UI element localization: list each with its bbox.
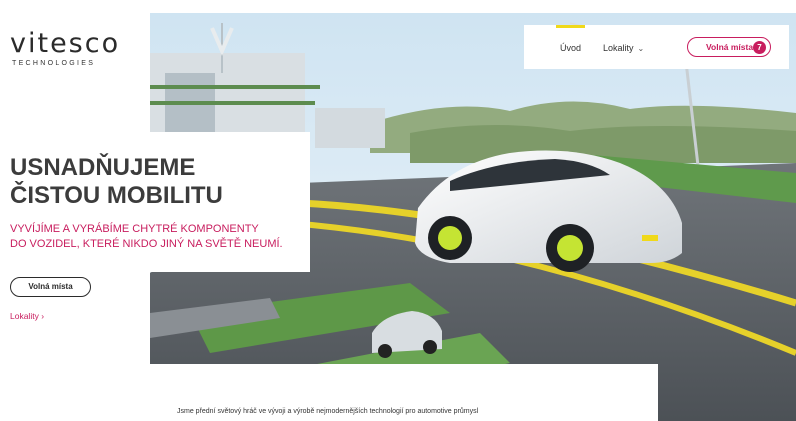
locations-link-label: Lokality [10,311,39,321]
top-navigation: Úvod Lokality ⌄ Volná místa 7 [524,25,789,69]
jobs-count-badge: 7 [753,40,766,54]
nav-item-locations[interactable]: Lokality ⌄ [603,43,644,53]
locations-link[interactable]: Lokality › [10,311,44,321]
logo-subtext: TECHNOLOGIES [12,60,96,67]
nav-item-home[interactable]: Úvod [560,43,581,53]
intro-panel: Jsme přední světový hráč ve vývoji a výr… [150,364,658,421]
page-title-line-1: USNADŇUJEME [10,154,196,181]
chevron-down-icon: ⌄ [637,44,645,53]
logo-wordmark: vitesco [10,28,121,59]
nav-jobs-label: Volná místa [706,42,754,52]
jobs-button[interactable]: Volná místa [10,277,91,297]
hero-subtitle-line-1: VYVÍJÍME A VYRÁBÍME CHYTRÉ KOMPONENTY [10,223,259,235]
nav-item-locations-label: Lokality [603,43,634,53]
active-nav-indicator [556,25,585,28]
nav-jobs-button[interactable]: Volná místa 7 [687,37,771,57]
chevron-right-icon: › [41,311,45,321]
hero-subtitle: VYVÍJÍME A VYRÁBÍME CHYTRÉ KOMPONENTY DO… [10,222,283,251]
hero-text-panel: USNADŇUJEME ČISTOU MOBILITU VYVÍJÍME A V… [0,132,310,272]
page-title: USNADŇUJEME ČISTOU MOBILITU [10,154,223,210]
hero-subtitle-line-2: DO VOZIDEL, KTERÉ NIKDO JINÝ NA SVĚTĚ NE… [10,237,283,250]
company-tagline: Jsme přední světový hráč ve vývoji a výr… [177,408,479,415]
vitesco-logo[interactable]: vitesco TECHNOLOGIES [10,30,120,67]
page-title-line-2: ČISTOU MOBILITU [10,182,223,209]
